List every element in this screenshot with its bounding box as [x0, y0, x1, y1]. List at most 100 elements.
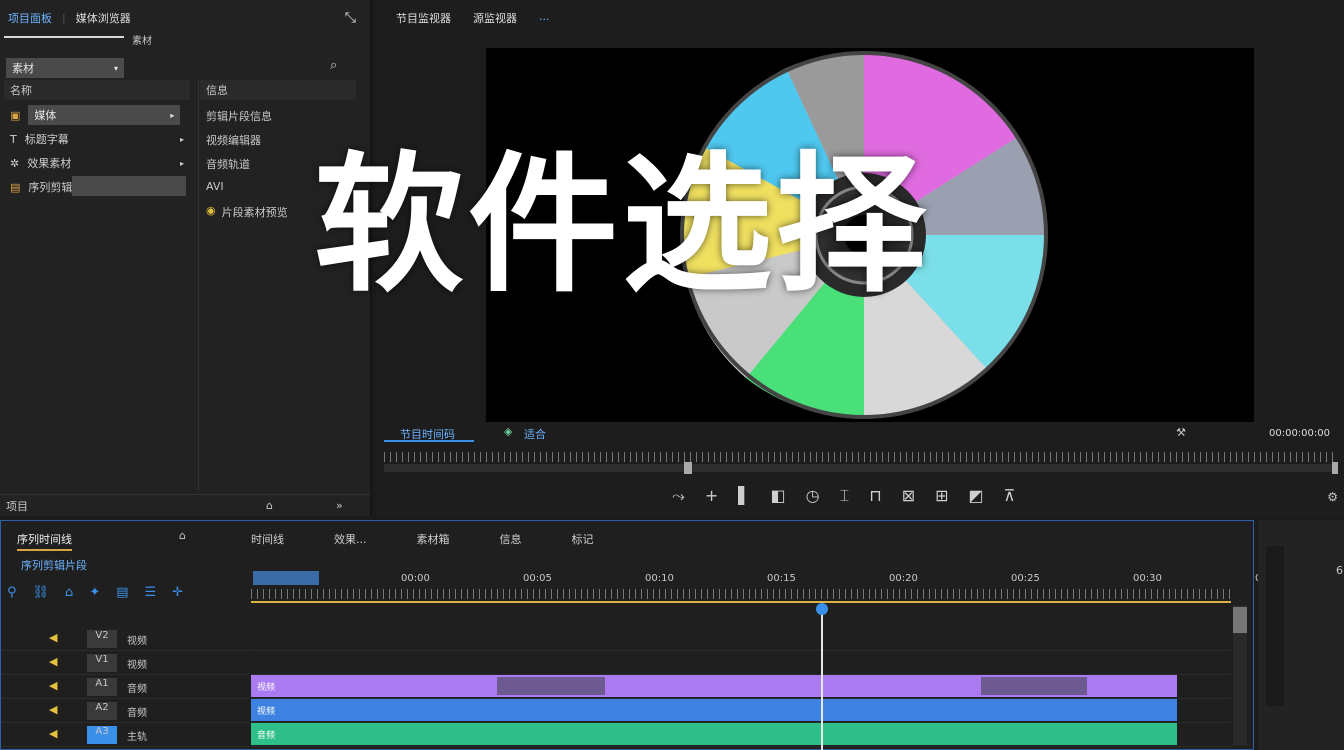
speaker-icon[interactable]: ◀	[49, 655, 57, 668]
info-row: ◉ 片段素材预览	[206, 204, 288, 220]
clip-segment[interactable]	[981, 677, 1087, 695]
linked-selection-icon[interactable]: ⛓	[33, 585, 50, 600]
tab-markers[interactable]: 标记	[572, 531, 594, 547]
speaker-icon[interactable]: ◀	[49, 703, 57, 716]
lock-icon[interactable]: ⌂	[179, 529, 186, 542]
mark-in-icon[interactable]: ⤳	[672, 486, 685, 506]
folder-select[interactable]: 素材 ▾	[6, 58, 124, 78]
settings-icon[interactable]: ✦	[89, 585, 100, 600]
track-lane[interactable]	[251, 651, 1231, 675]
track-header[interactable]: ◀ V1 视频	[1, 651, 249, 675]
chevron-down-icon: ▾	[113, 63, 118, 73]
scrubber-handle[interactable]	[684, 462, 692, 474]
timecode-left[interactable]: 节目时间码	[400, 426, 455, 442]
program-monitor: 节目监视器 源监视器 ... 软件选择 节目时间码 ◈ 适合 00:00:00:…	[314, 0, 1344, 516]
timeline-scrollbar[interactable]	[1233, 605, 1247, 745]
track-header[interactable]: ◀ V2 视频	[1, 627, 249, 651]
scrollbar-thumb[interactable]	[1233, 607, 1247, 633]
info-row: 视频编辑器	[206, 134, 261, 147]
tab-effects[interactable]: 效果...	[334, 531, 367, 547]
track-id: A2	[87, 702, 117, 720]
button-editor-icon[interactable]: ⚙	[1327, 490, 1338, 504]
ruler-label: 00:10	[645, 573, 674, 584]
clip-audio-track[interactable]: 音频	[251, 723, 1177, 745]
wrench-icon[interactable]: ✛	[172, 585, 183, 600]
clip-label: 音频	[257, 730, 276, 741]
list-item-chip	[72, 176, 186, 196]
tab-timeline[interactable]: 时间线	[251, 531, 284, 547]
tab-bins[interactable]: 素材箱	[417, 531, 450, 547]
export-frame-icon[interactable]: ◩	[969, 486, 984, 506]
lift-icon[interactable]: ⊠	[902, 486, 915, 506]
step-forward-icon[interactable]: ⌶	[840, 486, 850, 506]
search-icon[interactable]: ⌕	[330, 58, 337, 73]
chevron-right-icon: ▸	[179, 134, 184, 144]
go-to-out-icon[interactable]: ⊓	[869, 486, 881, 506]
footer-label: 项目	[6, 499, 28, 513]
play-icon[interactable]: ◷	[806, 486, 820, 506]
zoom-chip[interactable]	[253, 571, 319, 585]
timeline-title[interactable]: 序列时间线	[17, 531, 72, 551]
speaker-icon[interactable]: ◀	[49, 679, 57, 692]
expand-icon[interactable]: ⤡	[345, 10, 356, 26]
speaker-icon[interactable]: ◀	[49, 631, 57, 644]
scrubber-track[interactable]	[384, 448, 1338, 476]
playhead[interactable]	[821, 605, 823, 750]
tab-info[interactable]: 信息	[500, 531, 522, 547]
clip-label: 视频	[257, 706, 276, 717]
timecode-right[interactable]: 00:00:00:00	[1269, 428, 1330, 439]
time-ruler[interactable]: 00:0000:0500:1000:1500:2000:2500:3000:35	[251, 567, 1284, 603]
track-header[interactable]: ◀ A2 音频	[1, 699, 249, 723]
meter-icon[interactable]: 6	[1336, 564, 1343, 577]
clip-label: 视频	[257, 682, 276, 693]
header-name: 名称	[10, 84, 32, 97]
captions-icon[interactable]: ▤	[116, 585, 128, 600]
forward-icon[interactable]: »	[336, 499, 343, 512]
info-row: 剪辑片段信息	[206, 110, 272, 123]
tab-media-browser[interactable]: 媒体浏览器	[76, 10, 131, 26]
track-name: 主轨	[127, 732, 147, 743]
track-id: V1	[87, 654, 117, 672]
track-id: A3	[87, 726, 117, 744]
tab-source-monitor[interactable]: 源监视器	[473, 10, 517, 26]
list-item[interactable]: T 标题字幕 ▸	[10, 128, 188, 150]
playhead-handle[interactable]	[816, 603, 828, 615]
extract-icon[interactable]: ⊞	[935, 486, 948, 506]
fit-icon[interactable]: ◈	[504, 425, 512, 438]
tab-more[interactable]: ...	[539, 10, 550, 26]
list-item[interactable]: ▣ 媒体 ▸	[10, 104, 188, 126]
monitor-info-bar: 节目时间码 ◈ 适合 00:00:00:00 ⚒	[384, 422, 1336, 442]
timeline-header: 序列时间线 ⌂ 时间线 效果... 素材箱 信息 标记	[17, 529, 1247, 551]
sequence-icon: ▤	[10, 180, 21, 194]
timeline-panel: 序列时间线 ⌂ 时间线 效果... 素材箱 信息 标记 序列剪辑片段 ⚲ ⛓ ⌂…	[0, 520, 1284, 750]
clip-video-track[interactable]: 视频	[251, 699, 1177, 721]
list-item-chip: 媒体 ▸	[28, 105, 181, 125]
settings-icon[interactable]: ⊼	[1004, 486, 1016, 506]
fit-label[interactable]: 适合	[524, 426, 546, 442]
sub-tab[interactable]: 素材	[132, 32, 152, 47]
info-header: 信息	[200, 80, 356, 100]
list-item-label: 效果素材	[27, 157, 72, 170]
go-to-in-icon[interactable]: ▌	[738, 486, 750, 506]
step-back-icon[interactable]: ◧	[771, 486, 786, 506]
tab-program-monitor[interactable]: 节目监视器	[396, 10, 451, 26]
new-bin-icon[interactable]: ⌂	[266, 499, 273, 512]
list-item[interactable]: ✲ 效果素材 ▸	[10, 152, 188, 174]
snap-icon[interactable]: ⚲	[7, 585, 17, 600]
sequence-name[interactable]: 序列剪辑片段	[21, 557, 87, 573]
scrubber-out-handle[interactable]	[1332, 462, 1338, 474]
track-name: 音频	[127, 684, 147, 695]
chevron-right-icon: ▸	[179, 158, 184, 168]
ruler-ticks	[251, 589, 1231, 599]
clip-segment[interactable]	[497, 677, 605, 695]
track-lane[interactable]	[251, 627, 1231, 651]
track-height-icon[interactable]: ☰	[145, 585, 157, 600]
track-header[interactable]: ◀ A3 主轨	[1, 723, 249, 747]
tab-project[interactable]: 项目面板	[8, 10, 52, 26]
track-header[interactable]: ◀ A1 音频	[1, 675, 249, 699]
speaker-icon[interactable]: ◀	[49, 727, 57, 740]
add-marker-icon[interactable]: +	[705, 486, 718, 506]
project-tabbar: 项目面板 | 媒体浏览器 ⤡	[8, 10, 356, 26]
add-marker-icon[interactable]: ⌂	[65, 585, 73, 600]
settings-wrench-icon[interactable]: ⚒	[1176, 426, 1186, 439]
